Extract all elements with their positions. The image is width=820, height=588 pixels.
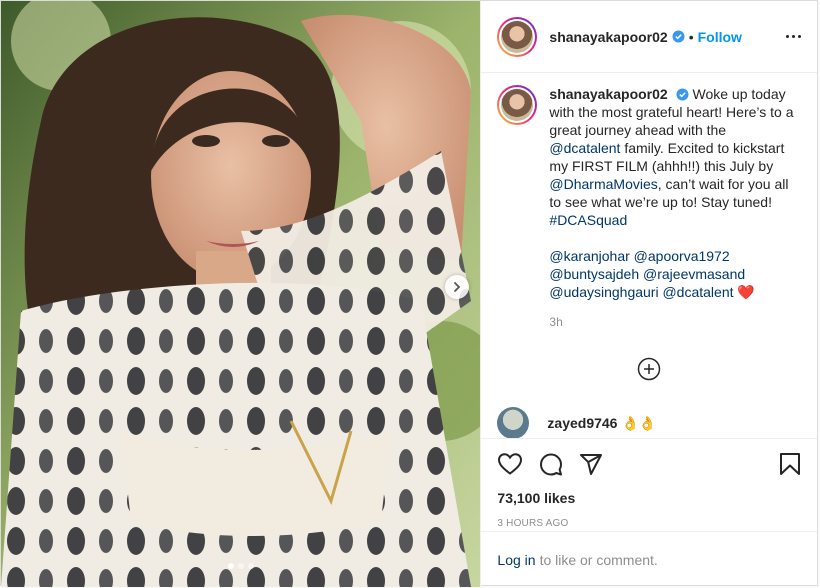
caption: shanayakapoor02 Woke up today with the m… — [497, 85, 801, 301]
mention-link[interactable]: @dcatalent — [549, 140, 620, 156]
caption-username[interactable]: shanayakapoor02 — [549, 86, 667, 102]
mention-link[interactable]: @udaysinghgauri — [549, 284, 658, 300]
caption-text: shanayakapoor02 Woke up today with the m… — [549, 85, 799, 301]
login-prompt: Log in to like or comment. — [481, 531, 817, 587]
commenter-avatar[interactable] — [497, 407, 530, 438]
verified-badge-icon — [672, 30, 685, 43]
mention-link[interactable]: @dcatalent — [662, 284, 733, 300]
follow-button[interactable]: Follow — [698, 29, 742, 45]
heart-emoji: ❤️ — [737, 284, 755, 300]
carousel-indicator — [1, 563, 480, 569]
comment-text: 👌👌 — [621, 414, 657, 431]
chevron-right-icon — [454, 282, 461, 292]
commenter-username[interactable]: zayed9746 — [547, 415, 617, 431]
bookmark-icon[interactable] — [779, 452, 801, 476]
carousel-next-button[interactable] — [445, 275, 469, 299]
post-sidebar: shanayakapoor02 • Follow shanayakapoor02… — [480, 1, 817, 587]
caption-avatar[interactable] — [497, 85, 538, 125]
post-media[interactable] — [1, 1, 481, 587]
author-username[interactable]: shanayakapoor02 — [549, 29, 667, 45]
post-dialog: shanayakapoor02 • Follow shanayakapoor02… — [0, 0, 818, 587]
post-timestamp[interactable]: 3 HOURS AGO — [497, 518, 801, 529]
post-photo — [1, 1, 481, 587]
likes-count[interactable]: 73,100 likes — [497, 490, 801, 506]
mention-link[interactable]: @buntysajdeh — [549, 266, 639, 282]
mention-link[interactable]: @rajeevmasand — [643, 266, 745, 282]
caption-timestamp[interactable]: 3h — [549, 315, 801, 329]
carousel-dot — [247, 563, 254, 569]
mention-link[interactable]: @DharmaMovies — [549, 176, 657, 192]
add-circle-icon[interactable] — [637, 357, 661, 381]
share-icon[interactable] — [579, 452, 603, 476]
login-prompt-text: to like or comment. — [539, 551, 658, 568]
mention-link[interactable]: @karanjohar — [549, 248, 629, 264]
post-header: shanayakapoor02 • Follow — [481, 1, 817, 73]
carousel-dot — [227, 563, 234, 569]
heart-icon[interactable] — [497, 452, 523, 476]
comment-icon[interactable] — [539, 452, 563, 476]
carousel-dot — [237, 563, 244, 569]
login-link[interactable]: Log in — [497, 552, 535, 568]
comment-item: zayed9746 👌👌 — [497, 407, 801, 438]
load-more-comments[interactable] — [497, 357, 801, 381]
comments-area[interactable]: shanayakapoor02 Woke up today with the m… — [481, 73, 817, 438]
separator: • — [688, 28, 694, 45]
post-actions: 73,100 likes 3 HOURS AGO — [481, 438, 817, 531]
verified-badge-icon — [676, 88, 689, 101]
mention-link[interactable]: @apoorva1972 — [634, 248, 730, 264]
hashtag-link[interactable]: #DCASquad — [549, 212, 627, 228]
more-options-icon[interactable] — [786, 35, 801, 38]
author-avatar[interactable] — [497, 16, 538, 57]
